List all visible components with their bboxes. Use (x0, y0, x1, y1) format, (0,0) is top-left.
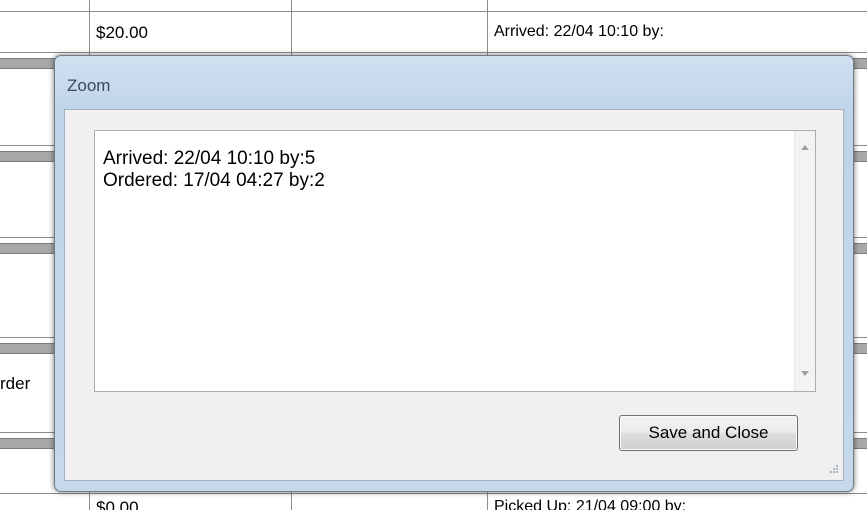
scroll-up-icon[interactable] (795, 137, 815, 157)
order-cell-fragment[interactable]: rder (0, 374, 30, 394)
text-line: Arrived: 22/04 10:10 by:5 (103, 148, 316, 169)
save-and-close-button[interactable]: Save and Close (619, 415, 798, 451)
zoom-dialog: Zoom Arrived: 22/04 10:10 by:5 Ordered: … (54, 55, 854, 492)
grid-line (0, 493, 867, 494)
amount-cell-text: $0.00 (96, 498, 139, 510)
grid-line (0, 52, 867, 53)
scroll-down-icon[interactable] (795, 363, 815, 383)
status-cell-partial[interactable]: Picked Up: 21/04 09:00 by: (490, 496, 867, 510)
resize-grip-icon[interactable] (827, 464, 839, 476)
text-line: Ordered: 17/04 04:27 by:2 (103, 170, 325, 191)
status-cell[interactable]: Arrived: 22/04 10:10 by: (494, 23, 664, 41)
dialog-title: Zoom (67, 76, 111, 95)
amount-cell-partial[interactable]: $0.00 (94, 496, 274, 510)
grid-line (0, 11, 867, 12)
amount-cell[interactable]: $20.00 (96, 23, 148, 43)
dialog-client-area: Arrived: 22/04 10:10 by:5 Ordered: 17/04… (64, 109, 844, 481)
status-cell-text: Picked Up: 21/04 09:00 by: (494, 498, 687, 510)
zoom-text-area[interactable]: Arrived: 22/04 10:10 by:5 Ordered: 17/04… (94, 130, 816, 392)
text-content: Arrived: 22/04 10:10 by:5 Ordered: 17/04… (103, 148, 325, 192)
vertical-scrollbar[interactable] (794, 131, 815, 391)
